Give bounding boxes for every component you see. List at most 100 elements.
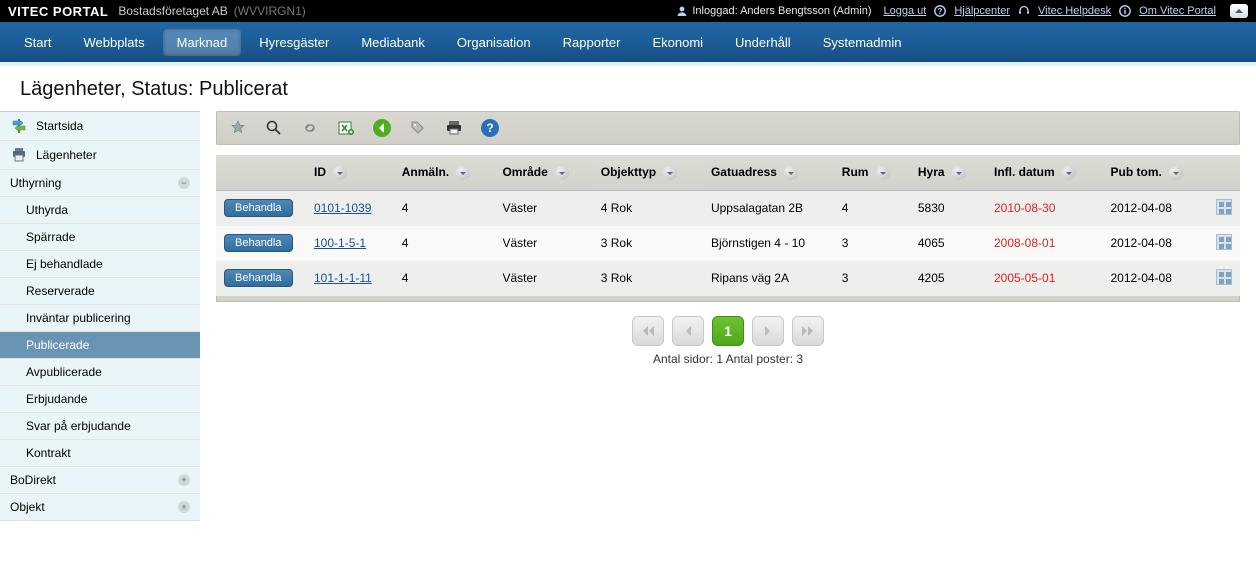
sort-icon[interactable] [876, 166, 890, 180]
tag-icon[interactable] [405, 116, 431, 140]
col-rum[interactable]: Rum [834, 155, 910, 190]
about-link[interactable]: Om Vitec Portal [1139, 5, 1216, 17]
helpcenter-link[interactable]: Hjälpcenter [954, 5, 1010, 17]
sort-icon[interactable] [1169, 166, 1183, 180]
sort-icon[interactable] [784, 166, 798, 180]
col-omrade[interactable]: Område [494, 155, 592, 190]
sidebar-group-label: BoDirekt [10, 473, 56, 487]
col-objekttyp[interactable]: Objekttyp [593, 155, 703, 190]
cell-hyra: 5830 [910, 190, 986, 226]
collapse-icon[interactable]: + [178, 474, 190, 486]
cell-objekttyp: 3 Rok [593, 261, 703, 296]
search-icon[interactable] [261, 116, 287, 140]
nav-tab-underhåll[interactable]: Underhåll [721, 29, 805, 56]
sidebar-sub-erbjudande[interactable]: Erbjudande [0, 386, 200, 413]
back-icon[interactable] [369, 116, 395, 140]
details-icon[interactable] [1216, 199, 1232, 215]
sidebar-group-uthyrning[interactable]: Uthyrning− [0, 170, 200, 197]
cell-pub-tom: 2012-04-08 [1103, 190, 1209, 226]
row-id-link[interactable]: 0101-1039 [314, 201, 371, 215]
sort-icon[interactable] [952, 166, 966, 180]
cell-infl-datum: 2010-08-30 [986, 190, 1103, 226]
sidebar-sub-inväntar-publicering[interactable]: Inväntar publicering [0, 305, 200, 332]
sidebar-sub-kontrakt[interactable]: Kontrakt [0, 440, 200, 467]
cell-omrade: Väster [494, 190, 592, 226]
cell-gatuadress: Ripans väg 2A [703, 261, 834, 296]
print-icon[interactable] [441, 116, 467, 140]
sidebar-sub-uthyrda[interactable]: Uthyrda [0, 197, 200, 224]
sidebar-sub-spärrade[interactable]: Spärrade [0, 224, 200, 251]
sidebar-sub-reserverade[interactable]: Reserverade [0, 278, 200, 305]
sidebar-group-bodirekt[interactable]: BoDirekt + [0, 467, 200, 494]
star-add-icon[interactable] [225, 116, 251, 140]
svg-text:?: ? [486, 121, 493, 135]
sidebar-group-objekt[interactable]: Objekt+ [0, 494, 200, 521]
row-id-link[interactable]: 100-1-5-1 [314, 236, 366, 250]
col-gatuadress[interactable]: Gatuadress [703, 155, 834, 190]
cell-rum: 3 [834, 261, 910, 296]
expand-button[interactable] [1230, 4, 1248, 18]
pager-next-button[interactable] [752, 316, 784, 346]
col-pub-tom[interactable]: Pub tom. [1103, 155, 1209, 190]
cell-pub-tom: 2012-04-08 [1103, 261, 1209, 296]
helpdesk-link[interactable]: Vitec Helpdesk [1038, 5, 1111, 17]
sidebar-sub-avpublicerade[interactable]: Avpublicerade [0, 359, 200, 386]
printer-icon [10, 147, 28, 163]
cell-pub-tom: 2012-04-08 [1103, 226, 1209, 261]
cell-objekttyp: 4 Rok [593, 190, 703, 226]
nav-tab-ekonomi[interactable]: Ekonomi [638, 29, 717, 56]
help-toolbar-icon[interactable]: ? [477, 116, 503, 140]
behandla-button[interactable]: Behandla [224, 269, 293, 287]
nav-tab-hyresgäster[interactable]: Hyresgäster [245, 29, 343, 56]
sort-icon[interactable] [555, 166, 569, 180]
pager-first-button[interactable] [632, 316, 664, 346]
behandla-button[interactable]: Behandla [224, 234, 293, 252]
info-icon [1119, 5, 1131, 17]
sort-icon[interactable] [663, 166, 677, 180]
sidebar-sub-svar-på-erbjudande[interactable]: Svar på erbjudande [0, 413, 200, 440]
nav-tab-marknad[interactable]: Marknad [163, 29, 242, 56]
toolbar: ? [216, 111, 1240, 145]
logout-link[interactable]: Logga ut [884, 5, 927, 17]
nav-tab-organisation[interactable]: Organisation [443, 29, 545, 56]
behandla-button[interactable]: Behandla [224, 199, 293, 217]
cell-rum: 3 [834, 226, 910, 261]
top-bar: VITEC PORTAL Bostadsföretaget AB (WVVIRG… [0, 0, 1256, 22]
nav-tab-rapporter[interactable]: Rapporter [549, 29, 635, 56]
user-label: Inloggad: Anders Bengtsson (Admin) [692, 5, 871, 17]
col-id[interactable]: ID [306, 155, 394, 190]
details-icon[interactable] [1216, 234, 1232, 250]
sidebar-sub-ej-behandlade[interactable]: Ej behandlade [0, 251, 200, 278]
nav-tab-start[interactable]: Start [10, 29, 65, 56]
col-hyra[interactable]: Hyra [910, 155, 986, 190]
sort-icon[interactable] [333, 166, 347, 180]
cell-omrade: Väster [494, 261, 592, 296]
pager-info: Antal sidor: 1 Antal poster: 3 [653, 352, 803, 366]
sidebar-item-label: Startsida [36, 119, 83, 133]
nav-tab-mediabank[interactable]: Mediabank [347, 29, 439, 56]
cell-anmalan: 4 [394, 261, 495, 296]
headset-icon [1018, 5, 1030, 17]
sidebar-item-label: Lägenheter [36, 148, 97, 162]
pager-last-button[interactable] [792, 316, 824, 346]
content-area: ? ID Anmäln. Område Objekttyp [200, 111, 1256, 521]
pager-page-current[interactable]: 1 [712, 316, 744, 346]
cell-hyra: 4205 [910, 261, 986, 296]
nav-tab-systemadmin[interactable]: Systemadmin [809, 29, 916, 56]
sidebar-item-startsida[interactable]: Startsida [0, 112, 200, 141]
col-infl-datum[interactable]: Infl. datum [986, 155, 1103, 190]
details-icon[interactable] [1216, 269, 1232, 285]
sidebar-sub-publicerade[interactable]: Publicerade [0, 332, 200, 359]
excel-export-icon[interactable] [333, 116, 359, 140]
collapse-icon[interactable]: + [178, 501, 190, 513]
sort-icon[interactable] [456, 166, 470, 180]
col-anmalan[interactable]: Anmäln. [394, 155, 495, 190]
row-id-link[interactable]: 101-1-1-11 [314, 271, 372, 285]
pager-prev-button[interactable] [672, 316, 704, 346]
link-icon[interactable] [297, 116, 323, 140]
help-icon: ? [934, 5, 946, 17]
sort-icon[interactable] [1062, 166, 1076, 180]
collapse-icon[interactable]: − [178, 177, 190, 189]
sidebar-item-lägenheter[interactable]: Lägenheter [0, 141, 200, 170]
nav-tab-webbplats[interactable]: Webbplats [69, 29, 158, 56]
